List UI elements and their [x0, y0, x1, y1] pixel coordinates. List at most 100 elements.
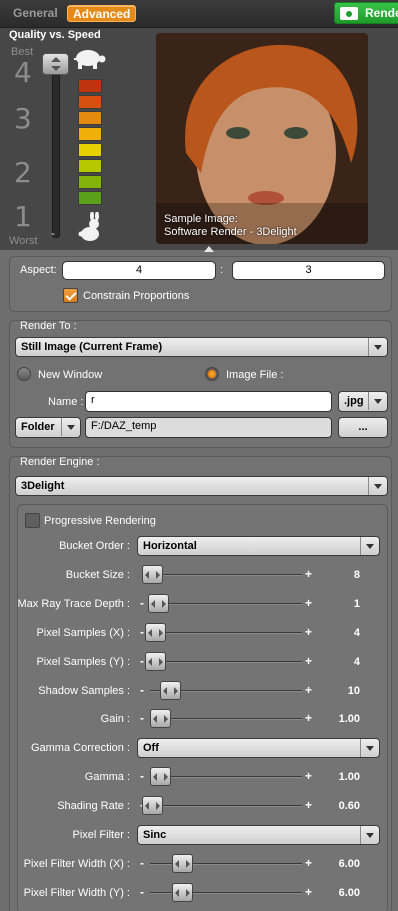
- folder-select-button[interactable]: Folder: [15, 417, 81, 438]
- name-label: Name :: [48, 396, 84, 408]
- quality-dash: -: [51, 226, 55, 240]
- chevron-down-icon: [360, 826, 379, 844]
- gamma-label: Gamma :: [84, 771, 130, 783]
- filename-input[interactable]: r: [85, 391, 332, 412]
- bucket-order-value: Horizontal: [143, 540, 197, 552]
- bucket-size-value: 8: [353, 569, 360, 581]
- aspect-separator: :: [220, 264, 224, 276]
- shadow-samples-value: 10: [347, 685, 360, 697]
- pixel-filter-width-y-value: 6.00: [338, 887, 360, 899]
- pixel-filter-width-y-increment[interactable]: +: [305, 885, 312, 899]
- gain-label: Gain :: [100, 713, 130, 725]
- sample-caption-renderer: Software Render - 3Delight: [164, 226, 297, 238]
- new-window-label: New Window: [38, 369, 103, 381]
- chevron-down-icon: [368, 392, 387, 410]
- constrain-proportions-label: Constrain Proportions: [83, 290, 190, 302]
- progressive-rendering-label: Progressive Rendering: [44, 515, 156, 527]
- max-ray-trace-depth-slider-knob[interactable]: [148, 594, 169, 613]
- pixel-filter-width-x-value: 6.00: [338, 858, 360, 870]
- bucket-order-label: Bucket Order :: [59, 540, 130, 552]
- pixel-samples-y-increment[interactable]: +: [305, 654, 312, 668]
- folder-path-field[interactable]: F:/DAZ_temp: [85, 417, 332, 438]
- pixel-samples-y-label: Pixel Samples (Y) :: [36, 656, 130, 668]
- bucket-size-slider-knob[interactable]: [142, 565, 163, 584]
- gain-decrement[interactable]: -: [140, 711, 144, 725]
- chevron-down-icon: [360, 739, 379, 757]
- pixel-samples-y-slider-knob[interactable]: [145, 652, 166, 671]
- shading-rate-slider-knob[interactable]: [142, 796, 163, 815]
- gamma-decrement[interactable]: -: [140, 769, 144, 783]
- gain-increment[interactable]: +: [305, 711, 312, 725]
- new-window-radio[interactable]: [17, 367, 31, 381]
- shadow-samples-decrement[interactable]: -: [140, 683, 144, 697]
- pixel-filter-width-x-decrement[interactable]: -: [140, 856, 144, 870]
- quality-level-4: 4: [14, 56, 32, 89]
- max-ray-trace-depth-slider-track[interactable]: [150, 603, 302, 605]
- shading-rate-slider-track[interactable]: [150, 805, 302, 807]
- gain-slider-knob[interactable]: [150, 709, 171, 728]
- shadow-samples-slider-knob[interactable]: [160, 681, 181, 700]
- file-extension-select[interactable]: .jpg: [338, 391, 388, 412]
- tab-general[interactable]: General: [8, 5, 63, 22]
- gamma-slider-track[interactable]: [150, 776, 302, 778]
- bucket-order-select[interactable]: Horizontal: [137, 536, 380, 556]
- gamma-correction-select[interactable]: Off: [137, 738, 380, 758]
- shading-rate-value: 0.60: [338, 800, 360, 812]
- browse-button[interactable]: ...: [338, 417, 388, 438]
- aspect-height-field[interactable]: 3: [232, 261, 385, 280]
- pixel-samples-x-increment[interactable]: +: [305, 625, 312, 639]
- quality-level-3: 3: [14, 102, 32, 135]
- pixel-samples-y-decrement[interactable]: -: [140, 654, 144, 668]
- quality-slider-track[interactable]: [52, 56, 60, 238]
- render-button[interactable]: Rende: [334, 2, 398, 24]
- quality-slider-thumb[interactable]: [42, 53, 69, 75]
- render-to-label: Render To :: [20, 320, 77, 332]
- tab-advanced[interactable]: Advanced: [67, 5, 137, 22]
- render-to-mode-value: Still Image (Current Frame): [21, 341, 163, 353]
- chevron-down-icon: [368, 477, 387, 495]
- pixel-filter-width-y-label: Pixel Filter Width (Y) :: [23, 887, 130, 899]
- gain-value: 1.00: [338, 713, 360, 725]
- render-engine-select[interactable]: 3Delight: [15, 476, 388, 496]
- pixel-filter-width-y-decrement[interactable]: -: [140, 885, 144, 899]
- pixel-filter-width-y-slider-knob[interactable]: [172, 883, 193, 902]
- pixel-samples-x-slider-track[interactable]: [150, 632, 302, 634]
- image-file-radio[interactable]: [205, 367, 219, 381]
- pixel-samples-y-slider-track[interactable]: [150, 661, 302, 663]
- quality-bar: [78, 127, 102, 141]
- pixel-samples-x-value: 4: [353, 627, 360, 639]
- pixel-samples-y-value: 4: [353, 656, 360, 668]
- shading-rate-label: Shading Rate :: [57, 800, 130, 812]
- render-to-mode-select[interactable]: Still Image (Current Frame): [15, 337, 388, 357]
- render-button-label: Rende: [365, 6, 398, 20]
- pixel-filter-width-x-increment[interactable]: +: [305, 856, 312, 870]
- bucket-size-label: Bucket Size :: [65, 569, 130, 581]
- aspect-width-field[interactable]: 4: [62, 261, 216, 280]
- aspect-label: Aspect:: [20, 264, 57, 276]
- max-ray-trace-depth-increment[interactable]: +: [305, 596, 312, 610]
- quality-bar: [78, 111, 102, 125]
- pixel-samples-x-decrement[interactable]: -: [140, 625, 144, 639]
- gamma-increment[interactable]: +: [305, 769, 312, 783]
- render-engine-value: 3Delight: [21, 480, 65, 492]
- pixel-filter-select[interactable]: Sinc: [137, 825, 380, 845]
- gamma-slider-knob[interactable]: [150, 767, 171, 786]
- quality-bar: [78, 175, 102, 189]
- max-ray-trace-depth-decrement[interactable]: -: [140, 596, 144, 610]
- gamma-value: 1.00: [338, 771, 360, 783]
- chevron-down-icon: [61, 418, 80, 436]
- bucket-size-increment[interactable]: +: [305, 567, 312, 581]
- image-file-label: Image File :: [226, 369, 284, 381]
- gain-slider-track[interactable]: [150, 718, 302, 720]
- quality-level-1: 1: [14, 200, 32, 233]
- pixel-filter-width-x-slider-knob[interactable]: [172, 854, 193, 873]
- pixel-samples-x-slider-knob[interactable]: [145, 623, 166, 642]
- constrain-proportions-checkbox[interactable]: [63, 288, 78, 303]
- shading-rate-increment[interactable]: +: [305, 798, 312, 812]
- engine-settings-group: [17, 504, 388, 911]
- bucket-size-slider-track[interactable]: [150, 574, 302, 576]
- shadow-samples-increment[interactable]: +: [305, 683, 312, 697]
- progressive-rendering-checkbox[interactable]: [25, 513, 40, 528]
- quality-bar: [78, 191, 102, 205]
- gamma-correction-value: Off: [143, 742, 159, 754]
